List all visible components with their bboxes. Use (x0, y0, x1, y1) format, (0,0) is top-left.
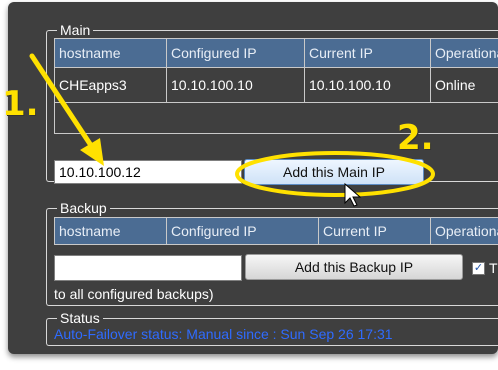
step-2-label: 2. (397, 118, 434, 158)
arrow-line (29, 53, 97, 153)
mouse-cursor-icon (344, 182, 362, 207)
arrow-head (80, 138, 104, 166)
highlight-ellipse (235, 151, 435, 197)
step-1-label: 1. (2, 84, 39, 124)
annotation-overlay (29, 53, 435, 207)
